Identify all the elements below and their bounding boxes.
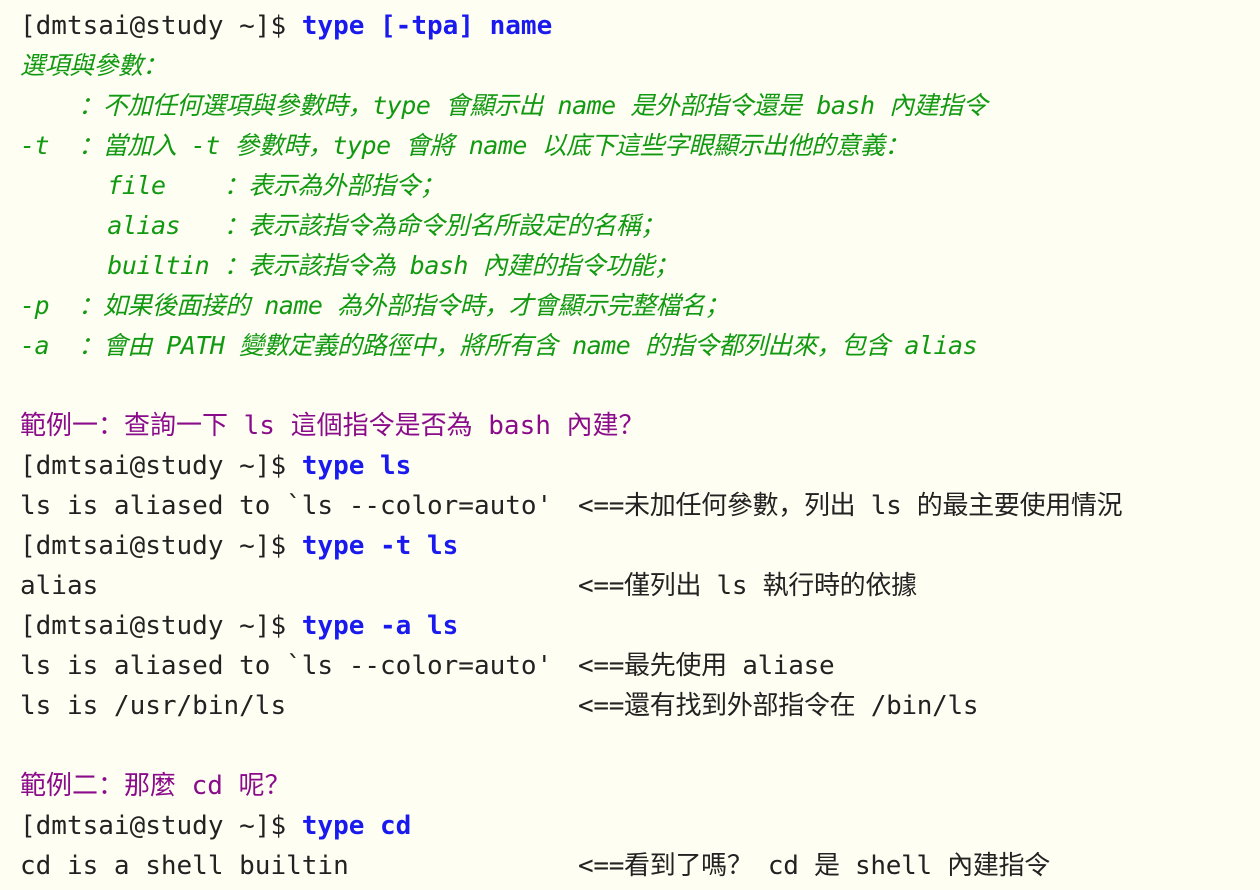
output-text: alias <box>20 571 99 601</box>
terminal-document: [dmtsai@study ~]$ type [-tpa] name 選項與參數… <box>20 6 1256 886</box>
example1-output-1: ls is aliased to `ls --color=auto' <==未加… <box>20 486 1256 526</box>
option-line-default: ：不加任何選項與參數時，type 會顯示出 name 是外部指令還是 bash … <box>20 91 988 120</box>
options-heading: 選項與參數： <box>20 51 168 80</box>
command-text: type ls <box>301 451 412 481</box>
option-line-file: file ：表示為外部指令； <box>20 171 445 200</box>
output-text: ls is aliased to `ls --color=auto' <box>20 651 568 681</box>
example2-command-1: [dmtsai@study ~]$ type cd <box>20 806 1256 846</box>
example2-title: 範例二：那麼 cd 呢？ <box>20 771 291 801</box>
example1-command-1: [dmtsai@study ~]$ type ls <box>20 446 1256 486</box>
output-text: ls is aliased to `ls --color=auto' <box>20 491 568 521</box>
option-line-alias: alias ：表示該指令為命令別名所設定的名稱； <box>20 211 665 240</box>
output-text: ls is /usr/bin/ls <box>20 691 287 721</box>
output-text: cd is a shell builtin <box>20 851 349 881</box>
option-line-builtin: builtin ：表示該指令為 bash 內建的指令功能； <box>20 251 679 280</box>
shell-prompt: [dmtsai@study ~]$ <box>20 531 302 561</box>
option-line-a: -a ：會由 PATH 變數定義的路徑中，將所有含 name 的指令都列出來，包… <box>20 331 978 360</box>
option-line-t: -t ：當加入 -t 參數時，type 會將 name 以底下這些字眼顯示出他的… <box>20 131 909 160</box>
example1-command-3: [dmtsai@study ~]$ type -a ls <box>20 606 1256 646</box>
output-note: <==最先使用 aliase <box>578 651 835 681</box>
command-text: type -a ls <box>301 611 459 641</box>
option-line-p: -p ：如果後面接的 name 為外部指令時，才會顯示完整檔名； <box>20 291 730 320</box>
example2-output-1: cd is a shell builtin <==看到了嗎？ cd 是 shell… <box>20 846 1256 886</box>
example1-output-3b: ls is /usr/bin/ls <==還有找到外部指令在 /bin/ls <box>20 686 1256 726</box>
example1-output-3a: ls is aliased to `ls --color=auto' <==最先… <box>20 646 1256 686</box>
command-text: type -t ls <box>301 531 459 561</box>
example1-output-2: alias <==僅列出 ls 執行時的依據 <box>20 566 1256 606</box>
shell-prompt: [dmtsai@study ~]$ <box>20 451 302 481</box>
example1-title: 範例一：查詢一下 ls 這個指令是否為 bash 內建？ <box>20 411 645 441</box>
output-note: <==未加任何參數，列出 ls 的最主要使用情況 <box>578 491 1123 521</box>
example1-command-2: [dmtsai@study ~]$ type -t ls <box>20 526 1256 566</box>
syntax-line: [dmtsai@study ~]$ type [-tpa] name <box>20 6 1256 46</box>
command-text: type cd <box>301 811 412 841</box>
shell-prompt: [dmtsai@study ~]$ <box>20 811 302 841</box>
output-note: <==看到了嗎？ cd 是 shell 內建指令 <box>578 851 1050 881</box>
shell-prompt: [dmtsai@study ~]$ <box>20 611 302 641</box>
output-note: <==僅列出 ls 執行時的依據 <box>578 571 917 601</box>
shell-prompt: [dmtsai@study ~]$ <box>20 11 302 41</box>
syntax-command: type [-tpa] name <box>301 11 553 41</box>
output-note: <==還有找到外部指令在 /bin/ls <box>578 691 979 721</box>
